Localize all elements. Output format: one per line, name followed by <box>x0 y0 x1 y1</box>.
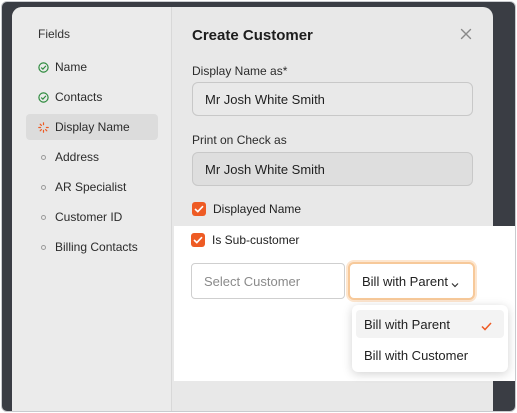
option-bill-with-customer[interactable]: Bill with Customer <box>356 341 504 369</box>
sidebar-item-label: Customer ID <box>55 210 123 224</box>
dot-icon <box>38 182 49 193</box>
modal-title: Create Customer <box>192 27 313 44</box>
bill-select-value: Bill with Parent <box>362 273 448 289</box>
sidebar-item-name[interactable]: Name <box>26 54 158 80</box>
close-icon[interactable] <box>459 27 473 41</box>
option-label: Bill with Parent <box>364 316 450 332</box>
check-circle-icon <box>38 91 49 103</box>
sidebar-item-display-name[interactable]: Display Name <box>26 114 158 140</box>
displayed-name-checkbox[interactable] <box>192 202 206 216</box>
option-label: Bill with Customer <box>364 347 469 363</box>
sidebar-item-contacts[interactable]: Contacts <box>26 84 158 110</box>
sidebar-item-label: Billing Contacts <box>55 240 138 254</box>
sidebar-item-label: Display Name <box>55 120 130 134</box>
display-name-input[interactable]: Mr Josh White Smith <box>192 82 473 116</box>
sidebar-item-ar-specialist[interactable]: AR Specialist <box>26 174 158 200</box>
sidebar-item-label: Address <box>55 150 100 164</box>
sidebar-item-label: Name <box>55 60 88 74</box>
dot-icon <box>38 242 49 253</box>
sub-customer-label: Is Sub-customer <box>212 233 300 247</box>
fields-sidebar: Fields Name Contacts Display Name Addres… <box>12 7 172 411</box>
display-name-label: Display Name as* <box>192 64 288 78</box>
displayed-name-label: Displayed Name <box>213 202 302 216</box>
sidebar-item-address[interactable]: Address <box>26 144 158 170</box>
bill-with-select[interactable]: Bill with Parent <box>348 262 475 300</box>
displayed-name-checkbox-row[interactable]: Displayed Name <box>192 202 301 216</box>
sidebar-title: Fields <box>38 27 71 41</box>
screen-frame: Fields Name Contacts Display Name Addres… <box>1 1 516 412</box>
sub-customer-checkbox-row[interactable]: Is Sub-customer <box>191 233 299 247</box>
sidebar-item-label: Contacts <box>55 90 103 104</box>
print-check-input[interactable]: Mr Josh White Smith <box>192 152 473 186</box>
sidebar-item-billing-contacts[interactable]: Billing Contacts <box>26 234 158 260</box>
dot-icon <box>38 152 49 163</box>
option-bill-with-parent[interactable]: Bill with Parent <box>356 310 504 338</box>
chevron-down-icon <box>451 277 459 288</box>
bill-options-dropdown: Bill with Parent Bill with Customer <box>352 305 508 372</box>
sub-customer-checkbox[interactable] <box>191 233 205 247</box>
check-circle-icon <box>38 61 49 73</box>
dot-icon <box>38 212 49 223</box>
check-icon <box>481 319 492 331</box>
sidebar-item-customer-id[interactable]: Customer ID <box>26 204 158 230</box>
select-customer-input[interactable]: Select Customer <box>191 263 345 299</box>
print-check-label: Print on Check as <box>192 133 287 147</box>
sidebar-item-label: AR Specialist <box>55 180 127 194</box>
spinner-icon <box>38 121 49 133</box>
